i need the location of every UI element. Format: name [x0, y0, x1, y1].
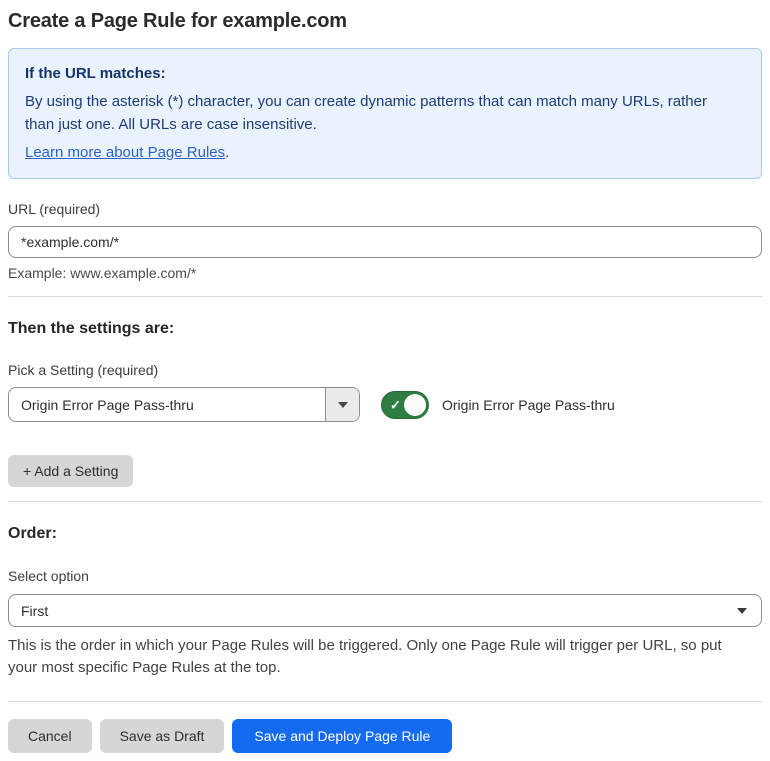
order-section-heading: Order:	[8, 525, 57, 542]
setting-row: Origin Error Page Pass-thru ✓ Origin Err…	[8, 387, 762, 422]
toggle-knob	[404, 393, 426, 416]
setting-dropdown[interactable]: Origin Error Page Pass-thru	[8, 387, 360, 422]
info-box-body: By using the asterisk (*) character, you…	[25, 93, 707, 133]
learn-more-link[interactable]: Learn more about Page Rules	[25, 144, 225, 161]
pick-setting-label: Pick a Setting (required)	[8, 362, 159, 378]
setting-toggle-label: Origin Error Page Pass-thru	[442, 396, 615, 413]
divider	[8, 501, 762, 502]
divider	[8, 296, 762, 297]
setting-dropdown-arrow-button[interactable]	[325, 388, 359, 421]
setting-dropdown-value: Origin Error Page Pass-thru	[21, 396, 194, 413]
url-field-helper: Example: www.example.com/*	[8, 265, 197, 281]
chevron-down-icon	[337, 401, 348, 408]
setting-toggle[interactable]: ✓	[381, 390, 429, 419]
order-select-value: First	[21, 602, 49, 619]
add-setting-button[interactable]: + Add a Setting	[8, 455, 134, 487]
save-and-deploy-button[interactable]: Save and Deploy Page Rule	[232, 719, 453, 753]
info-box-link-line: Learn more about Page Rules.	[25, 141, 745, 164]
url-match-info-box: If the URL matches: By using the asteris…	[8, 48, 762, 179]
chevron-down-icon	[737, 607, 747, 614]
footer-actions: Cancel Save as Draft Save and Deploy Pag…	[8, 719, 762, 753]
url-input[interactable]	[8, 226, 762, 258]
link-suffix: .	[225, 144, 230, 161]
page-title: Create a Page Rule for example.com	[8, 10, 347, 32]
settings-section-heading: Then the settings are:	[8, 320, 175, 337]
cancel-button[interactable]: Cancel	[8, 719, 92, 753]
order-select-label: Select option	[8, 568, 89, 584]
page-rule-form: Create a Page Rule for example.com If th…	[0, 0, 770, 761]
order-helper-text: This is the order in which your Page Rul…	[8, 637, 722, 676]
save-as-draft-button[interactable]: Save as Draft	[99, 719, 225, 753]
url-field-label: URL (required)	[8, 201, 101, 217]
divider	[8, 701, 762, 702]
info-box-heading: If the URL matches:	[25, 65, 166, 82]
order-select[interactable]: First	[8, 594, 762, 627]
check-icon: ✓	[390, 397, 401, 412]
